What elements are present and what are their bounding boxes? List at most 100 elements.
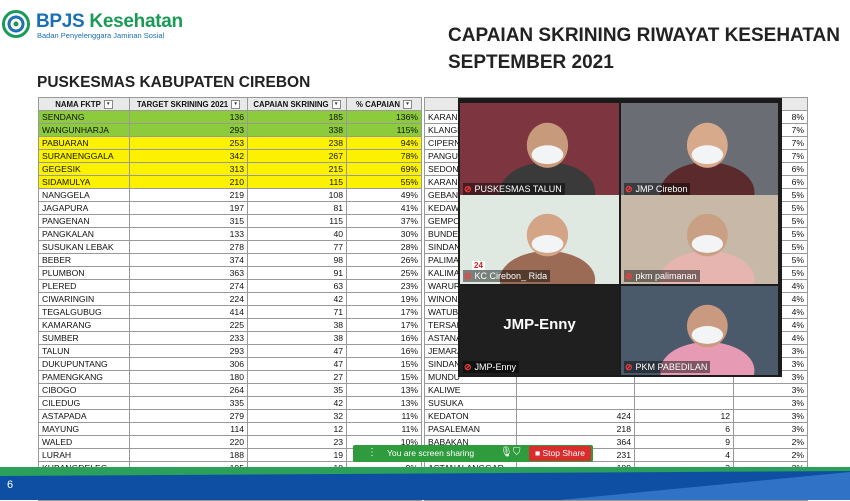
cell-target — [516, 383, 635, 397]
participant-video-tile[interactable]: ⊘ PUSKESMAS TALUN — [460, 103, 619, 197]
table-row: SUSUKAN LEBAK 278 77 28% — [38, 240, 422, 254]
participant-name-text: PKM PABEDILAN — [635, 362, 708, 372]
cell-name: LURAH — [38, 448, 130, 462]
cell-target: 274 — [129, 279, 248, 293]
cell-target: 210 — [129, 175, 248, 189]
cell-target: 313 — [129, 162, 248, 176]
participant-video-tile[interactable]: ⊘ JMP Cirebon — [621, 103, 778, 197]
cell-target: 293 — [129, 344, 248, 358]
cell-name: JAGAPURA — [38, 201, 130, 215]
table-row: MAYUNG 114 12 11% — [38, 422, 422, 436]
participant-name-text: JMP-Enny — [474, 362, 517, 372]
cell-percent: 25% — [346, 266, 422, 280]
cell-target: 363 — [129, 266, 248, 280]
cell-capaian: 267 — [247, 149, 347, 163]
participant-video-tile[interactable]: JMP-Enny ⊘ JMP-Enny — [460, 286, 619, 375]
table-row: WANGUNHARJA 293 338 115% — [38, 123, 422, 137]
cell-name: PASALEMAN — [424, 422, 517, 436]
cell-percent: 23% — [346, 279, 422, 293]
filter-dropdown-icon[interactable]: ▾ — [331, 99, 341, 109]
slide-title-line2: SEPTEMBER 2021 — [448, 52, 614, 73]
cell-percent: 78% — [346, 149, 422, 163]
cell-target: 136 — [129, 110, 248, 124]
bpjs-logo: BPJS Kesehatan Badan Penyelenggara Jamin… — [2, 10, 183, 44]
cell-capaian — [634, 396, 734, 410]
cell-name: SURANENGGALA — [38, 149, 130, 163]
shield-icon[interactable]: ⛉ — [513, 447, 521, 458]
cell-percent: 2% — [733, 448, 808, 462]
cell-capaian: 108 — [247, 188, 347, 202]
cell-percent: 16% — [346, 344, 422, 358]
section-subtitle: PUSKESMAS KABUPATEN CIREBON — [37, 74, 311, 91]
participant-video-tile[interactable]: ⊘ PKM PABEDILAN — [621, 286, 778, 375]
participant-video-tile[interactable]: ⊘ pkm palimanan — [621, 195, 778, 284]
cell-target: 293 — [129, 123, 248, 137]
cell-percent: 15% — [346, 370, 422, 384]
cell-target: 220 — [129, 435, 248, 449]
table-row: JAGAPURA 197 81 41% — [38, 201, 422, 215]
filter-dropdown-icon[interactable]: ▾ — [103, 99, 113, 109]
cell-target: 264 — [129, 383, 248, 397]
column-header-label: CAPAIAN SKRINING — [253, 99, 329, 109]
video-call-gallery[interactable]: ⊘ PUSKESMAS TALUN ⊘ JMP Cirebon 24 ⊘ KC Cirebo… — [458, 98, 782, 377]
share-drag-icon[interactable]: ⋮ — [367, 447, 377, 458]
cell-name: CIWARINGIN — [38, 292, 130, 306]
table-row: PLUMBON 363 91 25% — [38, 266, 422, 280]
table-row: PASALEMAN 218 6 3% — [424, 422, 808, 436]
left-data-table: NAMA FKTP ▾ TARGET SKRINING 2021 ▾ CAPAIAN S… — [38, 97, 422, 501]
cell-target: 218 — [516, 422, 635, 436]
stop-share-button[interactable]: ■ Stop Share — [529, 446, 591, 461]
column-header[interactable]: NAMA FKTP ▾ — [38, 97, 130, 111]
cell-name: KAMARANG — [38, 318, 130, 332]
cell-percent: 26% — [346, 253, 422, 267]
cell-capaian: 12 — [247, 422, 347, 436]
cell-capaian: 6 — [634, 422, 734, 436]
filter-dropdown-icon[interactable]: ▾ — [231, 99, 241, 109]
brand-name: BPJS Kesehatan — [36, 11, 183, 32]
participant-name-label: ⊘ PUSKESMAS TALUN — [463, 183, 565, 195]
participant-name-text: KC Cirebon_ Rida — [474, 271, 548, 281]
cell-name: BEBER — [38, 253, 130, 267]
cell-percent: 13% — [346, 383, 422, 397]
participant-video-tile[interactable]: 24 ⊘ KC Cirebon_ Rida — [460, 195, 619, 284]
cell-name: GEGESIK — [38, 162, 130, 176]
mic-icon[interactable]: 🎙 — [500, 447, 513, 458]
cell-capaian: 32 — [247, 409, 347, 423]
table-row: KALIWE 3% — [424, 383, 808, 397]
cell-percent: 3% — [733, 396, 808, 410]
column-header[interactable]: CAPAIAN SKRINING ▾ — [247, 97, 347, 111]
screen-share-bar[interactable]: ⋮ You are screen sharing 🎙 ⛉ ■ Stop Shar… — [353, 445, 593, 462]
cell-percent: 55% — [346, 175, 422, 189]
muted-mic-icon: ⊘ — [625, 184, 633, 194]
table-row: SURANENGGALA 342 267 78% — [38, 149, 422, 163]
cell-name: SUMBER — [38, 331, 130, 345]
cell-target: 335 — [129, 396, 248, 410]
cell-name: WALED — [38, 435, 130, 449]
cell-capaian: 12 — [634, 409, 734, 423]
column-header[interactable]: % CAPAIAN ▾ — [346, 97, 422, 111]
table-row: CILEDUG 335 42 13% — [38, 396, 422, 410]
cell-capaian: 38 — [247, 331, 347, 345]
table-row: SUSUKA 3% — [424, 396, 808, 410]
cell-capaian: 215 — [247, 162, 347, 176]
cell-percent: 16% — [346, 331, 422, 345]
cell-target: 219 — [129, 188, 248, 202]
cell-name: MAYUNG — [38, 422, 130, 436]
cell-capaian: 35 — [247, 383, 347, 397]
slide-title-line1: CAPAIAN SKRINING RIWAYAT KESEHATAN — [448, 25, 840, 46]
column-header[interactable]: TARGET SKRINING 2021 ▾ — [129, 97, 248, 111]
cell-target: 180 — [129, 370, 248, 384]
cell-capaian: 115 — [247, 214, 347, 228]
cell-capaian: 238 — [247, 136, 347, 150]
muted-mic-icon: ⊘ — [625, 271, 633, 281]
filter-dropdown-icon[interactable]: ▾ — [403, 99, 413, 109]
table-header-row: NAMA FKTP ▾ TARGET SKRINING 2021 ▾ CAPAIAN S… — [38, 97, 422, 111]
cell-target — [516, 396, 635, 410]
cell-capaian: 9 — [634, 435, 734, 449]
cell-target: 278 — [129, 240, 248, 254]
participant-name-label: ⊘ JMP-Enny — [463, 361, 520, 373]
muted-mic-icon: ⊘ — [464, 362, 472, 372]
participant-display-name: JMP-Enny — [503, 316, 576, 333]
cell-capaian: 42 — [247, 292, 347, 306]
cell-capaian: 4 — [634, 448, 734, 462]
